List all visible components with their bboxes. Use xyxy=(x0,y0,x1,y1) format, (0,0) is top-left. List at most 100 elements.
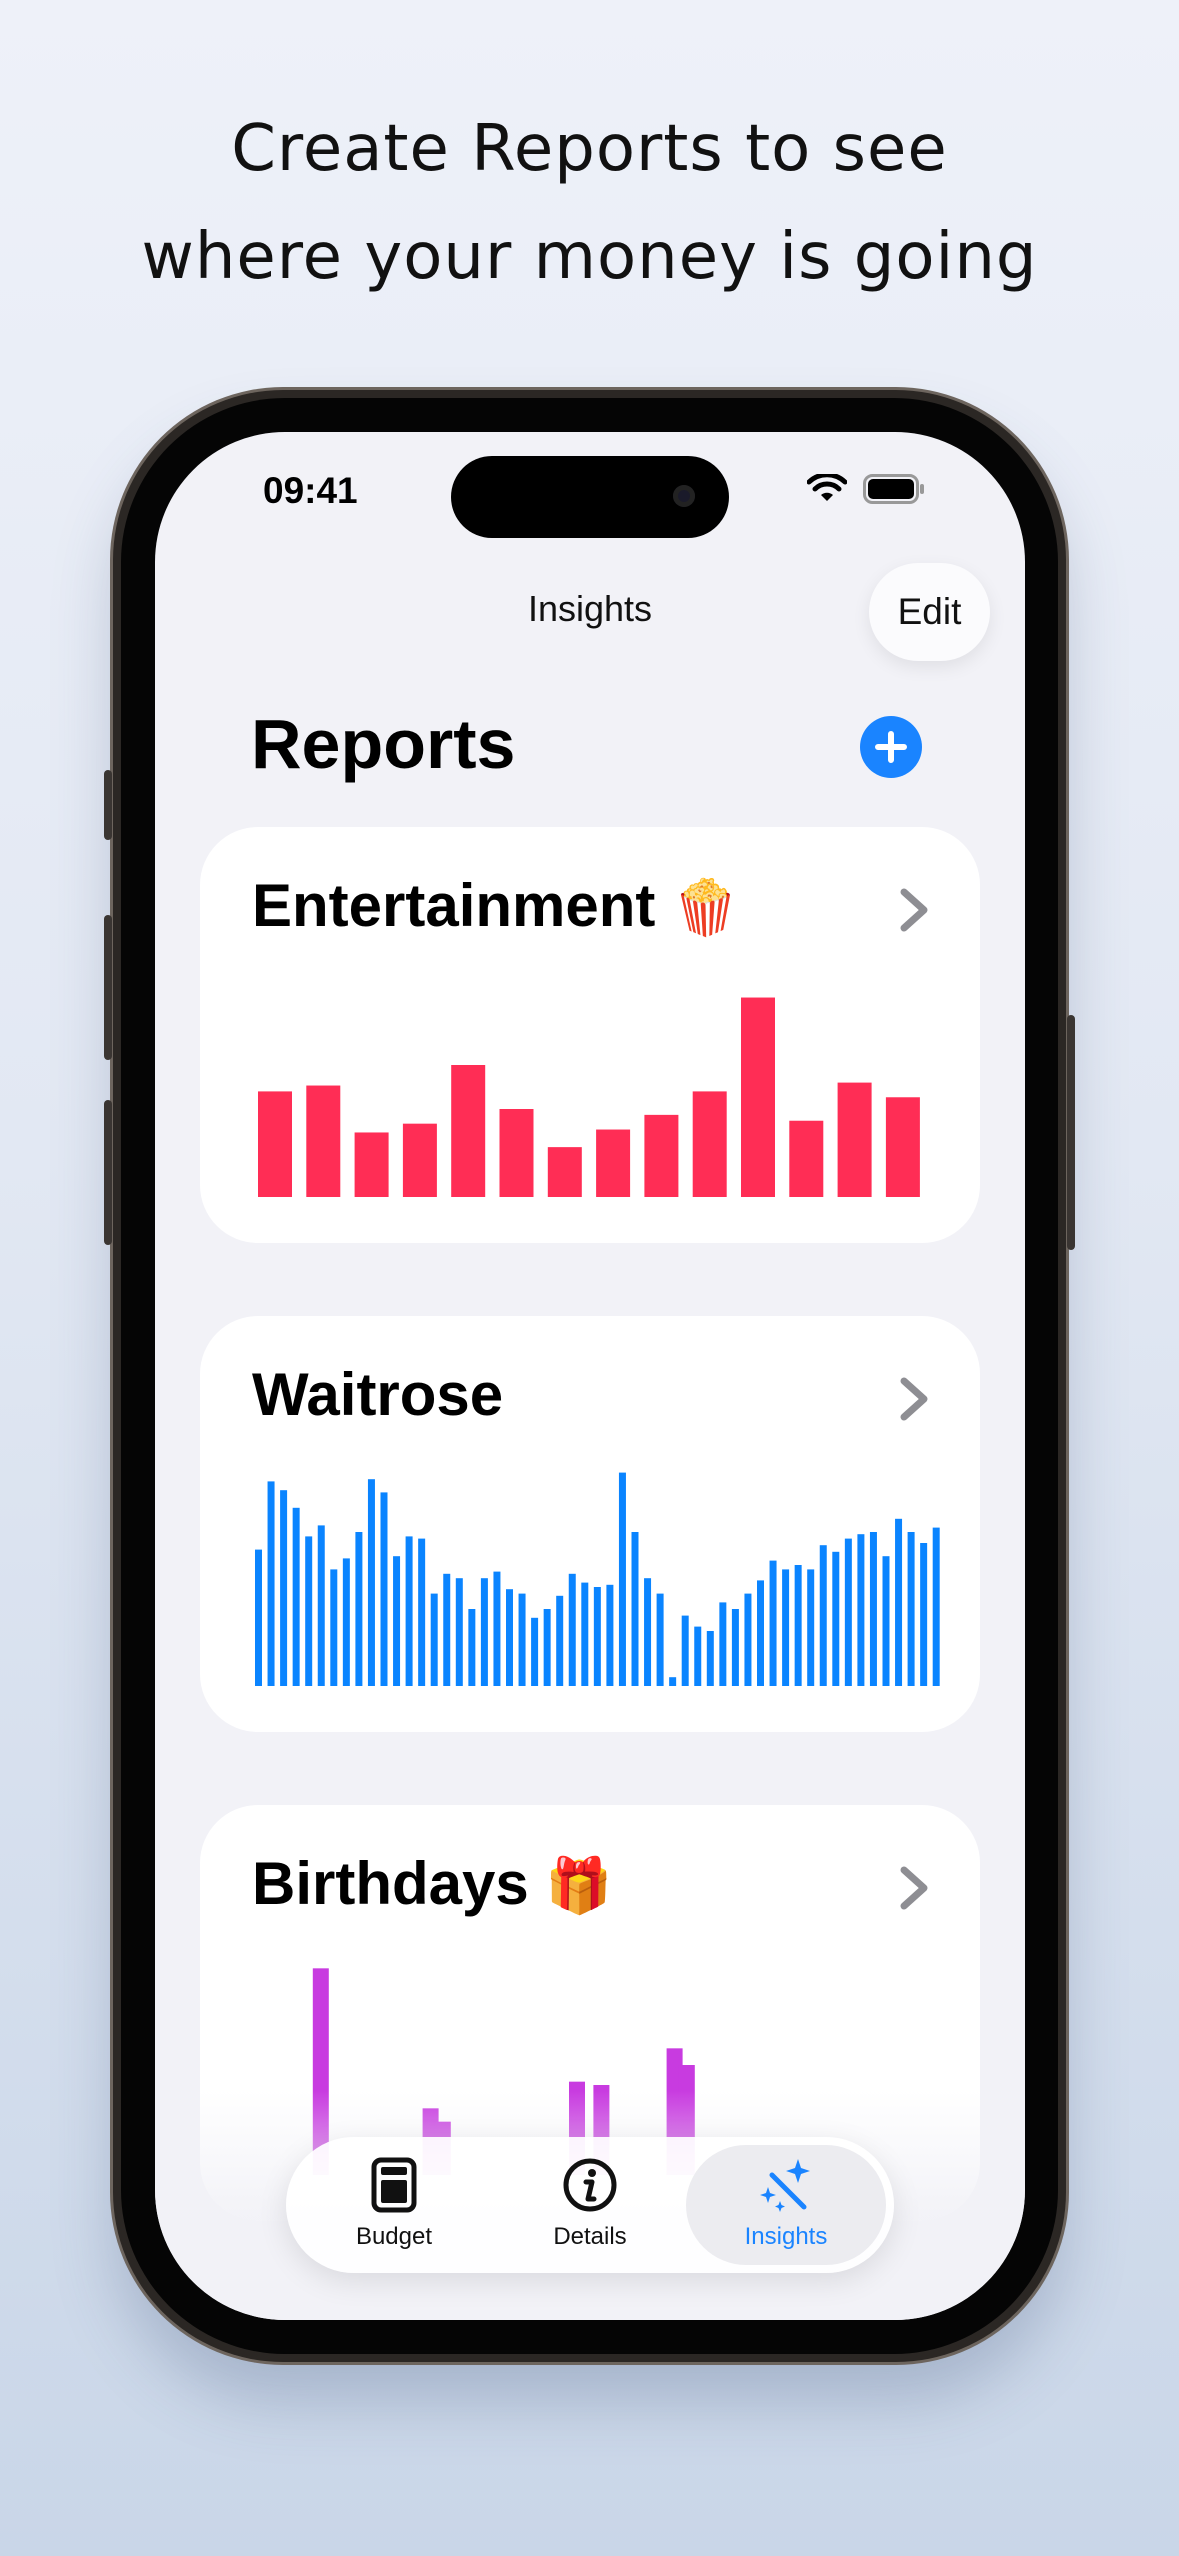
chart-bar xyxy=(644,1114,679,1197)
dynamic-island xyxy=(451,456,729,538)
chart-bar xyxy=(468,1609,476,1686)
report-name: Birthdays xyxy=(252,1850,529,1917)
chart-bar xyxy=(782,1569,790,1686)
chart-bar xyxy=(644,1578,652,1686)
volume-up-button xyxy=(104,915,112,1060)
chart-bar xyxy=(757,1580,764,1686)
report-title: Birthdays 🎁 xyxy=(252,1849,613,1918)
tab-insights[interactable]: Insights xyxy=(686,2145,886,2265)
volume-down-button xyxy=(104,1100,112,1245)
report-title: Entertainment 🍿 xyxy=(252,871,739,940)
chart-bar xyxy=(480,1578,488,1686)
chart-bar xyxy=(807,1569,815,1686)
action-button xyxy=(104,770,112,840)
chart-bar xyxy=(380,1492,388,1686)
chart-bar xyxy=(681,1615,689,1686)
chart-bar xyxy=(531,1617,539,1686)
chart-bar xyxy=(907,1532,915,1686)
battery-icon xyxy=(863,474,924,504)
reports-title: Reports xyxy=(251,705,516,783)
chart-bar xyxy=(869,1532,877,1686)
chart-bar xyxy=(547,1147,582,1197)
phone-screen: 09:41 Insights Edit Reports Entertainmen… xyxy=(155,432,1025,2320)
tab-label: Budget xyxy=(355,2223,433,2250)
info-icon xyxy=(563,2158,617,2212)
chart-bar xyxy=(606,1584,614,1686)
tab-budget[interactable]: Budget xyxy=(294,2145,494,2265)
chart-bar xyxy=(280,1490,288,1686)
chart-bar xyxy=(306,1085,341,1197)
chart-bar xyxy=(543,1609,551,1686)
chart-bar xyxy=(455,1578,463,1686)
chart-bar xyxy=(593,1587,601,1686)
chart-bar xyxy=(857,1534,865,1686)
headline-line-1: Create Reports to see xyxy=(231,112,948,186)
chart-bar xyxy=(719,1602,727,1686)
chart-bar xyxy=(885,1097,920,1197)
tab-label: Insights xyxy=(744,2223,828,2250)
chart-bar xyxy=(292,1507,300,1686)
headline: Create Reports to see where your money i… xyxy=(0,95,1179,311)
chart-bar xyxy=(882,1556,890,1686)
chart-bar xyxy=(631,1532,639,1686)
chart-bar xyxy=(844,1538,852,1686)
tab-details[interactable]: Details xyxy=(490,2145,690,2265)
chart-bar xyxy=(506,1589,513,1686)
wifi-icon xyxy=(807,474,847,501)
chart-bar xyxy=(832,1551,840,1686)
plus-icon xyxy=(875,731,907,763)
chart-bar xyxy=(443,1573,451,1686)
popcorn-icon: 🍿 xyxy=(672,878,740,938)
power-button xyxy=(1067,1015,1075,1250)
chart-bar xyxy=(596,1129,631,1197)
report-title: Waitrose xyxy=(252,1360,503,1429)
chart-bar xyxy=(405,1536,413,1686)
chart-bar xyxy=(932,1527,940,1686)
chart-bar xyxy=(317,1525,325,1686)
report-name: Entertainment xyxy=(252,872,656,939)
chart-bar xyxy=(618,1472,626,1686)
chart-bar xyxy=(255,1549,262,1686)
chart-bar xyxy=(819,1545,827,1686)
chart-bar xyxy=(669,1677,677,1686)
chevron-right-icon[interactable] xyxy=(896,1865,932,1911)
chevron-right-icon[interactable] xyxy=(896,1376,932,1422)
chart-bar xyxy=(556,1595,564,1686)
gift-icon: 🎁 xyxy=(545,1856,613,1916)
chart-bar xyxy=(518,1593,526,1686)
chart-bar xyxy=(741,997,775,1197)
waitrose-chart xyxy=(255,1472,940,1686)
report-card-entertainment[interactable]: Entertainment 🍿 xyxy=(200,827,980,1243)
chart-bar xyxy=(342,1558,350,1686)
chart-bar xyxy=(837,1082,872,1197)
chart-bar xyxy=(920,1543,928,1686)
chevron-right-icon[interactable] xyxy=(896,887,932,933)
edit-button[interactable]: Edit xyxy=(869,563,990,661)
chart-bar xyxy=(789,1120,824,1197)
tab-bar: Budget Details Insights xyxy=(286,2137,894,2273)
add-report-button[interactable] xyxy=(860,716,922,778)
status-icons xyxy=(807,474,925,504)
chart-bar xyxy=(581,1582,589,1686)
chart-bar xyxy=(451,1065,486,1197)
chart-bar xyxy=(794,1565,802,1686)
chart-bar xyxy=(418,1538,426,1686)
chart-bar xyxy=(355,1532,363,1686)
chart-bar xyxy=(430,1593,438,1686)
chart-bar xyxy=(393,1556,401,1686)
chart-bar xyxy=(267,1481,275,1686)
budget-icon xyxy=(371,2157,417,2213)
chart-bar xyxy=(744,1593,752,1686)
chart-bar xyxy=(694,1626,702,1686)
chart-bar xyxy=(493,1571,501,1686)
chart-bar xyxy=(769,1560,777,1686)
chart-bar xyxy=(499,1109,534,1197)
chart-bar xyxy=(354,1132,389,1197)
chart-bar xyxy=(568,1573,576,1686)
chart-bar xyxy=(402,1123,437,1197)
magic-wand-icon xyxy=(760,2159,810,2212)
chart-bar xyxy=(895,1518,903,1686)
report-card-waitrose[interactable]: Waitrose xyxy=(200,1316,980,1732)
chart-bar xyxy=(692,1091,727,1197)
chart-bar xyxy=(731,1609,739,1686)
